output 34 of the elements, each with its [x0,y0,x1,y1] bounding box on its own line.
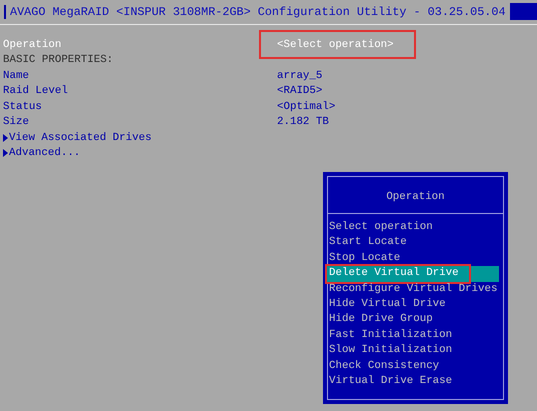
menu-item[interactable]: Stop Locate [327,250,503,266]
menu-item-label: Delete Virtual Drive [327,266,469,282]
field-label: Size [3,116,30,128]
field-label: Status [3,100,43,113]
submenu-link[interactable]: Advanced... [3,147,80,160]
menu-item-label: Fast Initialization [329,328,452,343]
menu-item[interactable]: Hide Drive Group [327,312,503,328]
menu-title: Operation [385,190,446,205]
field-value[interactable]: array_5 [269,68,330,84]
field-value[interactable]: <Optimal> [269,98,344,115]
menu-item[interactable]: Select operation [327,220,503,236]
menu-item[interactable]: Check Consistency [327,358,503,374]
menu-item[interactable]: Start Locate [327,235,503,251]
field-label: Name [3,70,30,82]
submenu-link[interactable]: View Associated Drives [3,132,152,144]
menu-item-label: Start Locate [329,235,407,250]
menu-item[interactable]: Virtual Drive Erase [327,374,503,390]
menu-item[interactable]: Hide Virtual Drive [327,296,503,312]
field-value[interactable]: <RAID5> [269,83,330,100]
field-value[interactable]: 2.182 TB [269,114,337,130]
menu-item-label: Virtual Drive Erase [329,374,452,389]
menu-item-label: Hide Virtual Drive [329,296,446,312]
menu-item[interactable]: Slow Initialization [327,343,503,359]
field-label: Operation [3,38,62,51]
menu-item-label: Hide Drive Group [329,312,433,328]
field-label: Raid Level [3,85,69,98]
menu-item-label: Select operation [329,220,433,235]
section-heading: BASIC PROPERTIES: [3,54,114,66]
menu-item[interactable]: Fast Initialization [327,328,503,344]
menu-item-label: Slow Initialization [329,343,452,358]
menu-item-label: Stop Locate [329,250,400,266]
menu-item[interactable]: Delete Virtual Drive [327,266,499,282]
menu-item-label: Check Consistency [329,358,440,374]
title-bar-fill [510,3,537,20]
